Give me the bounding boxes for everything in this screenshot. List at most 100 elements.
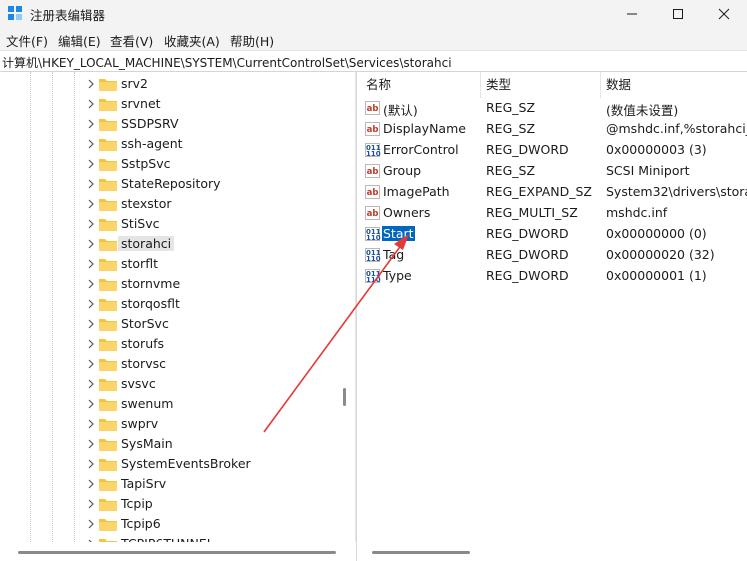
chevron-right-icon[interactable] — [86, 358, 96, 370]
value-row[interactable]: ab Group REG_SZ SCSI Miniport — [361, 161, 747, 182]
tree-item[interactable]: StateRepository — [86, 174, 221, 194]
chevron-right-icon[interactable] — [86, 98, 96, 110]
folder-icon — [99, 359, 117, 371]
chevron-right-icon[interactable] — [86, 198, 96, 210]
tree-item[interactable]: StorSvc — [86, 314, 186, 334]
key-tree-pane[interactable]: srv2 srvnet SSDPSRV ssh-agent SstpSvc StateRe… — [0, 72, 356, 561]
chevron-right-icon[interactable] — [86, 78, 96, 90]
tree-item[interactable]: StiSvc — [86, 214, 186, 234]
menu-view[interactable]: 查看(V) — [110, 31, 153, 50]
string-value-icon: ab — [365, 164, 380, 178]
menu-favorites[interactable]: 收藏夹(A) — [164, 31, 220, 50]
tree-item-label: storvsc — [121, 356, 166, 371]
chevron-right-icon[interactable] — [86, 438, 96, 450]
value-row[interactable]: 011 110 Tag REG_DWORD 0x00000020 (32) — [361, 245, 747, 266]
chevron-right-icon[interactable] — [86, 498, 96, 510]
value-data: 0x00000000 (0) — [606, 226, 707, 241]
folder-icon — [99, 499, 117, 511]
tree-item[interactable]: ssh-agent — [86, 134, 186, 154]
chevron-right-icon[interactable] — [86, 418, 96, 430]
value-type: REG_EXPAND_SZ — [486, 184, 592, 199]
tree-item-label: SSDPSRV — [121, 116, 179, 131]
tree-item[interactable]: svsvc — [86, 374, 186, 394]
chevron-right-icon[interactable] — [86, 158, 96, 170]
value-row[interactable]: 011 110 ErrorControl REG_DWORD 0x00000003 (3… — [361, 140, 747, 161]
column-header-data[interactable]: 数据 — [601, 72, 747, 98]
value-row[interactable]: 011 110 Start REG_DWORD 0x00000000 (0) — [361, 224, 747, 245]
chevron-right-icon[interactable] — [86, 138, 96, 150]
value-type: REG_DWORD — [486, 226, 569, 241]
value-row[interactable]: ab (默认) REG_SZ (数值未设置) — [361, 98, 747, 119]
tree-vertical-scroll-thumb[interactable] — [343, 388, 346, 406]
chevron-right-icon[interactable] — [86, 378, 96, 390]
chevron-right-icon[interactable] — [86, 218, 96, 230]
value-row[interactable]: 011 110 Type REG_DWORD 0x00000001 (1) — [361, 266, 747, 287]
column-header-name[interactable]: 名称 — [361, 72, 481, 98]
tree-item[interactable]: TapiSrv — [86, 474, 186, 494]
menu-help[interactable]: 帮助(H) — [230, 31, 274, 50]
maximize-button[interactable] — [655, 0, 701, 28]
chevron-right-icon[interactable] — [86, 118, 96, 130]
tree-item[interactable]: stexstor — [86, 194, 186, 214]
value-type: REG_SZ — [486, 121, 536, 136]
chevron-right-icon[interactable] — [86, 478, 96, 490]
list-horizontal-scroll-thumb[interactable] — [372, 551, 470, 554]
tree-item-label: TapiSrv — [121, 476, 167, 491]
menu-edit[interactable]: 编辑(E) — [58, 31, 101, 50]
tree-item[interactable]: SystemEventsBroker — [86, 454, 251, 474]
chevron-right-icon[interactable] — [86, 518, 96, 530]
tree-item[interactable]: storqosflt — [86, 294, 186, 314]
value-row[interactable]: ab ImagePath REG_EXPAND_SZ System32\drivers… — [361, 182, 747, 203]
value-row[interactable]: ab DisplayName REG_SZ @mshdc.inf,%storahci_… — [361, 119, 747, 140]
chevron-right-icon[interactable] — [86, 298, 96, 310]
binary-value-icon: 011 110 — [365, 227, 381, 242]
folder-icon — [99, 159, 117, 171]
tree-item[interactable]: stornvme — [86, 274, 186, 294]
tree-item[interactable]: Tcpip6 — [86, 514, 186, 534]
value-data: mshdc.inf — [606, 205, 668, 220]
tree-horizontal-scroll-thumb[interactable] — [18, 551, 336, 554]
folder-icon — [99, 299, 117, 311]
tree-item[interactable]: storflt — [86, 254, 186, 274]
folder-icon — [99, 399, 117, 411]
minimize-button[interactable] — [609, 0, 655, 28]
folder-icon — [99, 139, 117, 151]
tree-item[interactable]: srv2 — [86, 74, 186, 94]
chevron-right-icon[interactable] — [86, 398, 96, 410]
chevron-right-icon[interactable] — [86, 238, 96, 250]
tree-item[interactable]: storvsc — [86, 354, 186, 374]
close-button[interactable] — [701, 0, 747, 28]
address-bar[interactable]: 计算机\HKEY_LOCAL_MACHINE\SYSTEM\CurrentCon… — [0, 50, 747, 72]
tree-item[interactable]: swenum — [86, 394, 186, 414]
tree-item[interactable]: storufs — [86, 334, 186, 354]
menu-file[interactable]: 文件(F) — [6, 31, 48, 50]
tree-item[interactable]: Tcpip — [86, 494, 186, 514]
value-type: REG_DWORD — [486, 247, 569, 262]
tree-item[interactable]: srvnet — [86, 94, 186, 114]
tree-item-label: Tcpip6 — [121, 516, 161, 531]
value-row[interactable]: ab Owners REG_MULTI_SZ mshdc.inf — [361, 203, 747, 224]
value-type: REG_SZ — [486, 100, 536, 115]
chevron-right-icon[interactable] — [86, 258, 96, 270]
string-value-icon: ab — [365, 122, 380, 136]
folder-icon — [99, 279, 117, 291]
binary-value-icon: 011 110 — [365, 269, 381, 284]
tree-item[interactable]: SysMain — [86, 434, 186, 454]
tree-item-label: svsvc — [121, 376, 156, 391]
chevron-right-icon[interactable] — [86, 458, 96, 470]
tree-item[interactable]: storahci — [86, 234, 186, 254]
value-data: 0x00000020 (32) — [606, 247, 715, 262]
tree-item[interactable]: swprv — [86, 414, 186, 434]
tree-guide-line — [52, 72, 53, 542]
value-type: REG_SZ — [486, 163, 536, 178]
chevron-right-icon[interactable] — [86, 338, 96, 350]
tree-item[interactable]: SstpSvc — [86, 154, 186, 174]
chevron-right-icon[interactable] — [86, 178, 96, 190]
chevron-right-icon[interactable] — [86, 278, 96, 290]
value-name: Type — [383, 268, 412, 283]
chevron-right-icon[interactable] — [86, 318, 96, 330]
tree-item-label: stornvme — [121, 276, 181, 291]
tree-item[interactable]: SSDPSRV — [86, 114, 186, 134]
column-header-type[interactable]: 类型 — [481, 72, 601, 98]
values-list-pane[interactable]: 名称 类型 数据 ab (默认) REG_SZ (数值未设置) ab DisplayNam… — [361, 72, 747, 561]
